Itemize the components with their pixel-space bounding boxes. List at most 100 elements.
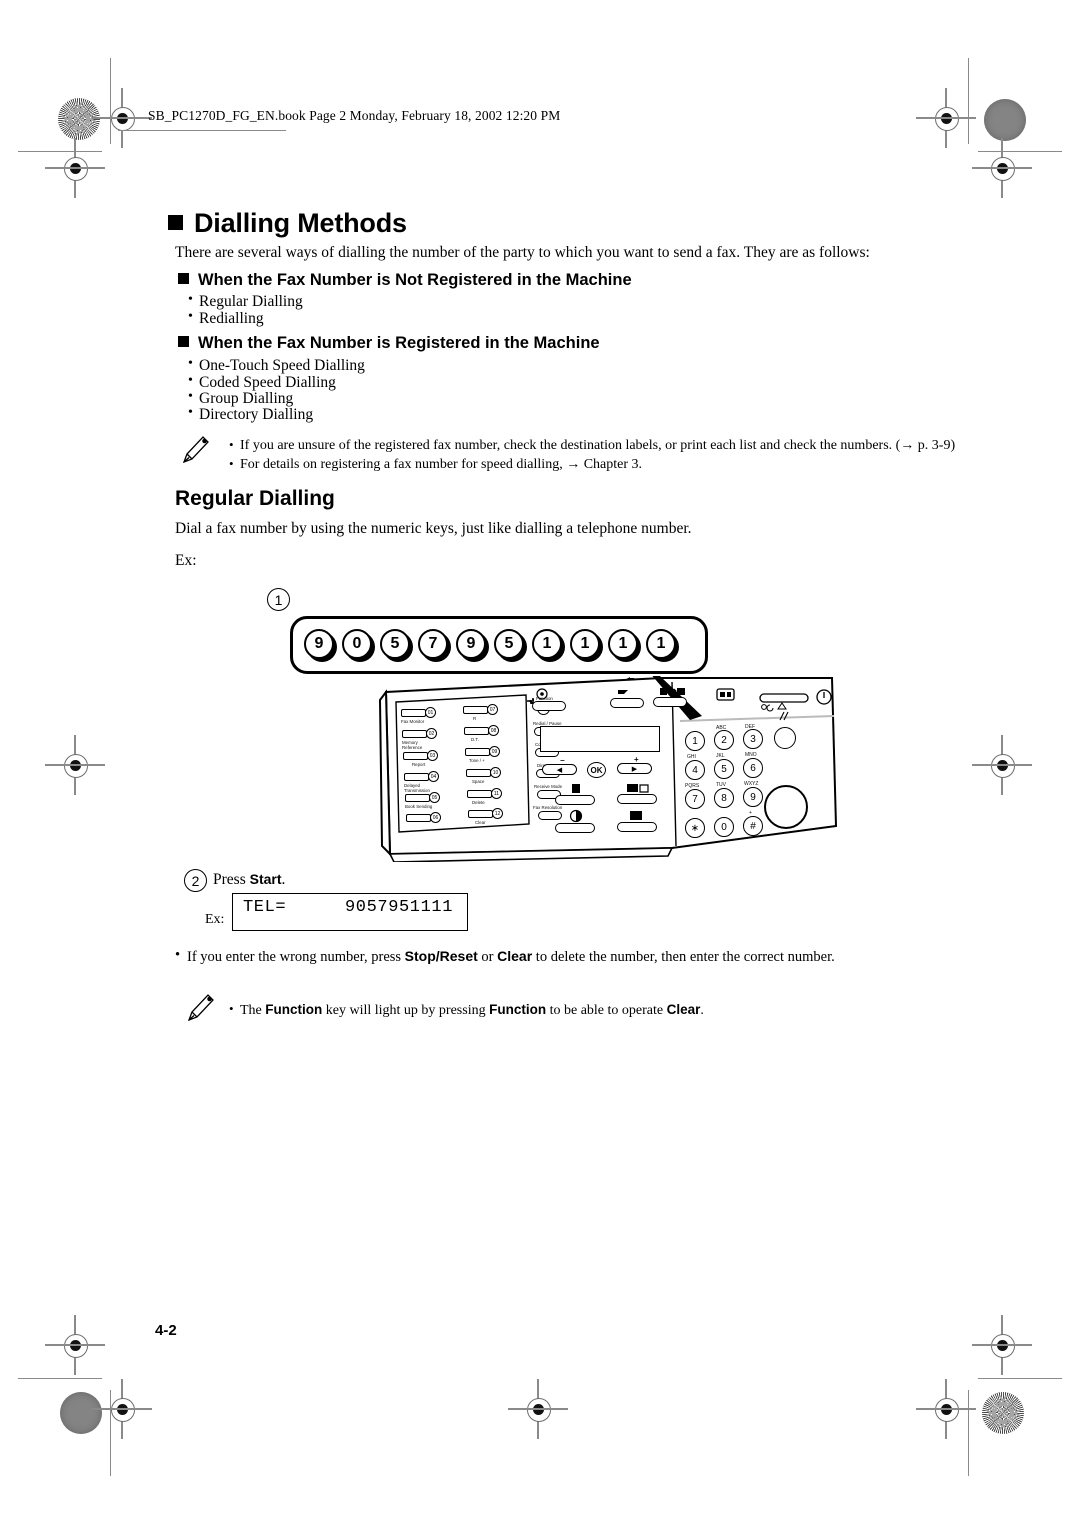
keypad-key-1[interactable]: 1 [685, 731, 705, 751]
one-touch-number-05: 05 [429, 792, 440, 803]
one-touch-key-03[interactable] [403, 752, 428, 760]
list-item: Redialling [188, 309, 264, 328]
fax-control-panel-illustration: 01 Fax Monitor 02 Memory Reference 03 Re… [372, 676, 842, 862]
registration-mark-bottom-left [92, 1379, 152, 1439]
one-touch-number-03: 03 [427, 750, 438, 761]
lcd-text-left: TEL= [243, 898, 287, 917]
one-touch-key-09[interactable] [465, 748, 490, 756]
step-number-2: 2 [184, 869, 207, 892]
keypad-key-9[interactable]: 9 [743, 787, 763, 807]
page-title: Dialling Methods [168, 208, 407, 239]
image-quality-key[interactable] [617, 822, 657, 832]
step2-text-after: . [281, 871, 286, 888]
one-touch-key-05[interactable] [405, 794, 430, 802]
keypad-key-6[interactable]: 6 [743, 758, 763, 778]
one-touch-key-08[interactable] [464, 727, 489, 735]
one-touch-label-delete: Delete [472, 800, 485, 805]
section-heading-regular-dialling: Regular Dialling [175, 487, 335, 510]
one-touch-label-r: R [473, 716, 477, 721]
registration-mark-lower-left [45, 1315, 105, 1375]
list-item: Regular Dialling [188, 292, 303, 311]
one-touch-key-10[interactable] [466, 769, 491, 777]
one-touch-number-02: 02 [426, 728, 437, 739]
bullet-glyph: • [175, 947, 181, 963]
dialled-digits-row: 9 0 5 7 9 5 1 1 1 1 [295, 622, 703, 668]
dialled-digit: 5 [494, 628, 527, 662]
stop-reset-key[interactable] [774, 727, 796, 749]
intro-paragraph: There are several ways of dialling the n… [175, 244, 870, 261]
header-file-line: SB_PC1270D_FG_EN.book Page 2 Monday, Feb… [148, 108, 561, 123]
dialled-digit: 1 [608, 628, 641, 662]
print-rosette-top-left [58, 98, 100, 140]
enlarge-reduce-key[interactable] [555, 795, 595, 805]
one-touch-key-06[interactable] [406, 814, 431, 822]
ok-key[interactable]: OK [587, 762, 606, 778]
keypad-key-4[interactable]: 4 [685, 760, 705, 780]
left-arrow-key[interactable]: ◀ [542, 764, 577, 775]
error-correction-note: • If you enter the wrong number, press St… [175, 947, 835, 966]
dialled-digit: 5 [380, 628, 413, 662]
print-rosette-bottom-right [982, 1392, 1024, 1434]
keypad-key-5[interactable]: 5 [714, 759, 734, 779]
one-touch-key-07[interactable] [463, 706, 488, 714]
page-title-text: Dialling Methods [194, 208, 407, 238]
trim-line-bottom-right-vert [968, 1390, 970, 1476]
keypad-key-8[interactable]: 8 [714, 788, 734, 808]
pencil-icon [183, 990, 217, 1024]
top-key-B[interactable] [610, 698, 644, 708]
pencil-icon [178, 432, 212, 466]
top-key-C[interactable] [653, 697, 687, 707]
list-item: One-Touch Speed Dialling [188, 356, 365, 375]
registration-mark-lower-right [972, 1315, 1032, 1375]
keypad-key-7[interactable]: 7 [685, 789, 705, 809]
subheading-registered-text: When the Fax Number is Registered in the… [198, 334, 600, 352]
keypad-key-2[interactable]: 2 [714, 730, 734, 750]
one-touch-number-08: 08 [488, 725, 499, 736]
keypad-key-0[interactable]: 0 [714, 817, 734, 837]
lcd-display [540, 726, 660, 752]
receive-mode-label: Receive Mode [534, 784, 563, 789]
one-touch-key-02[interactable] [402, 730, 427, 738]
one-touch-key-04[interactable] [404, 773, 429, 781]
note2-p2: key will light up by pressing [322, 1003, 490, 1018]
two-sided-key[interactable] [617, 794, 657, 804]
subheading-registered: When the Fax Number is Registered in the… [178, 334, 600, 353]
registration-mark-upper-left [45, 138, 105, 198]
step2-example-label: Ex: [205, 912, 225, 927]
one-touch-number-07: 07 [487, 704, 498, 715]
dialled-digit: 9 [304, 628, 337, 662]
right-arrow-key[interactable]: ▶ [617, 763, 652, 774]
fax-resolution-key[interactable] [538, 811, 562, 820]
keypad-key-3[interactable]: 3 [743, 729, 763, 749]
one-touch-label-tone: Tone / + [469, 758, 485, 763]
note2-p3: to be able to operate [546, 1003, 667, 1018]
list-item: Directory Dialling [188, 405, 313, 424]
subheading-not-registered-text: When the Fax Number is Not Registered in… [198, 271, 632, 289]
top-key-A[interactable] [532, 701, 566, 711]
fax-resolution-label: Fax Resolution [533, 805, 563, 810]
one-touch-number-11: 11 [491, 788, 502, 799]
one-touch-label-fax-monitor: Fax Monitor [401, 719, 425, 724]
error-note-p3: to delete the number, then enter the cor… [532, 949, 835, 965]
keypad-key-asterisk[interactable]: ∗ [685, 818, 705, 838]
one-touch-label-space: Space [472, 779, 485, 784]
note2-p4: . [700, 1003, 704, 1018]
start-key[interactable] [764, 785, 808, 829]
keypad-key-hash[interactable]: # [743, 816, 763, 836]
function-key-name-2: Function [489, 1002, 547, 1017]
print-rosette-top-right [984, 99, 1026, 141]
one-touch-key-01[interactable] [401, 709, 426, 717]
one-touch-number-04: 04 [428, 771, 439, 782]
registration-mark-bottom-center [508, 1379, 568, 1439]
dialled-digit: 0 [342, 628, 375, 662]
clear-key-name-2: Clear [666, 1002, 701, 1017]
one-touch-key-12[interactable] [468, 810, 493, 818]
one-touch-number-01: 01 [425, 707, 436, 718]
note-line: For details on registering a fax number … [229, 456, 642, 473]
step-number-1: 1 [267, 588, 290, 611]
density-key[interactable] [555, 823, 595, 833]
one-touch-key-11[interactable] [467, 790, 492, 798]
note-line: The Function key will light up by pressi… [229, 1001, 704, 1019]
step2-text-before: Press [213, 871, 250, 888]
error-note-p1: If you enter the wrong number, press [187, 949, 405, 965]
